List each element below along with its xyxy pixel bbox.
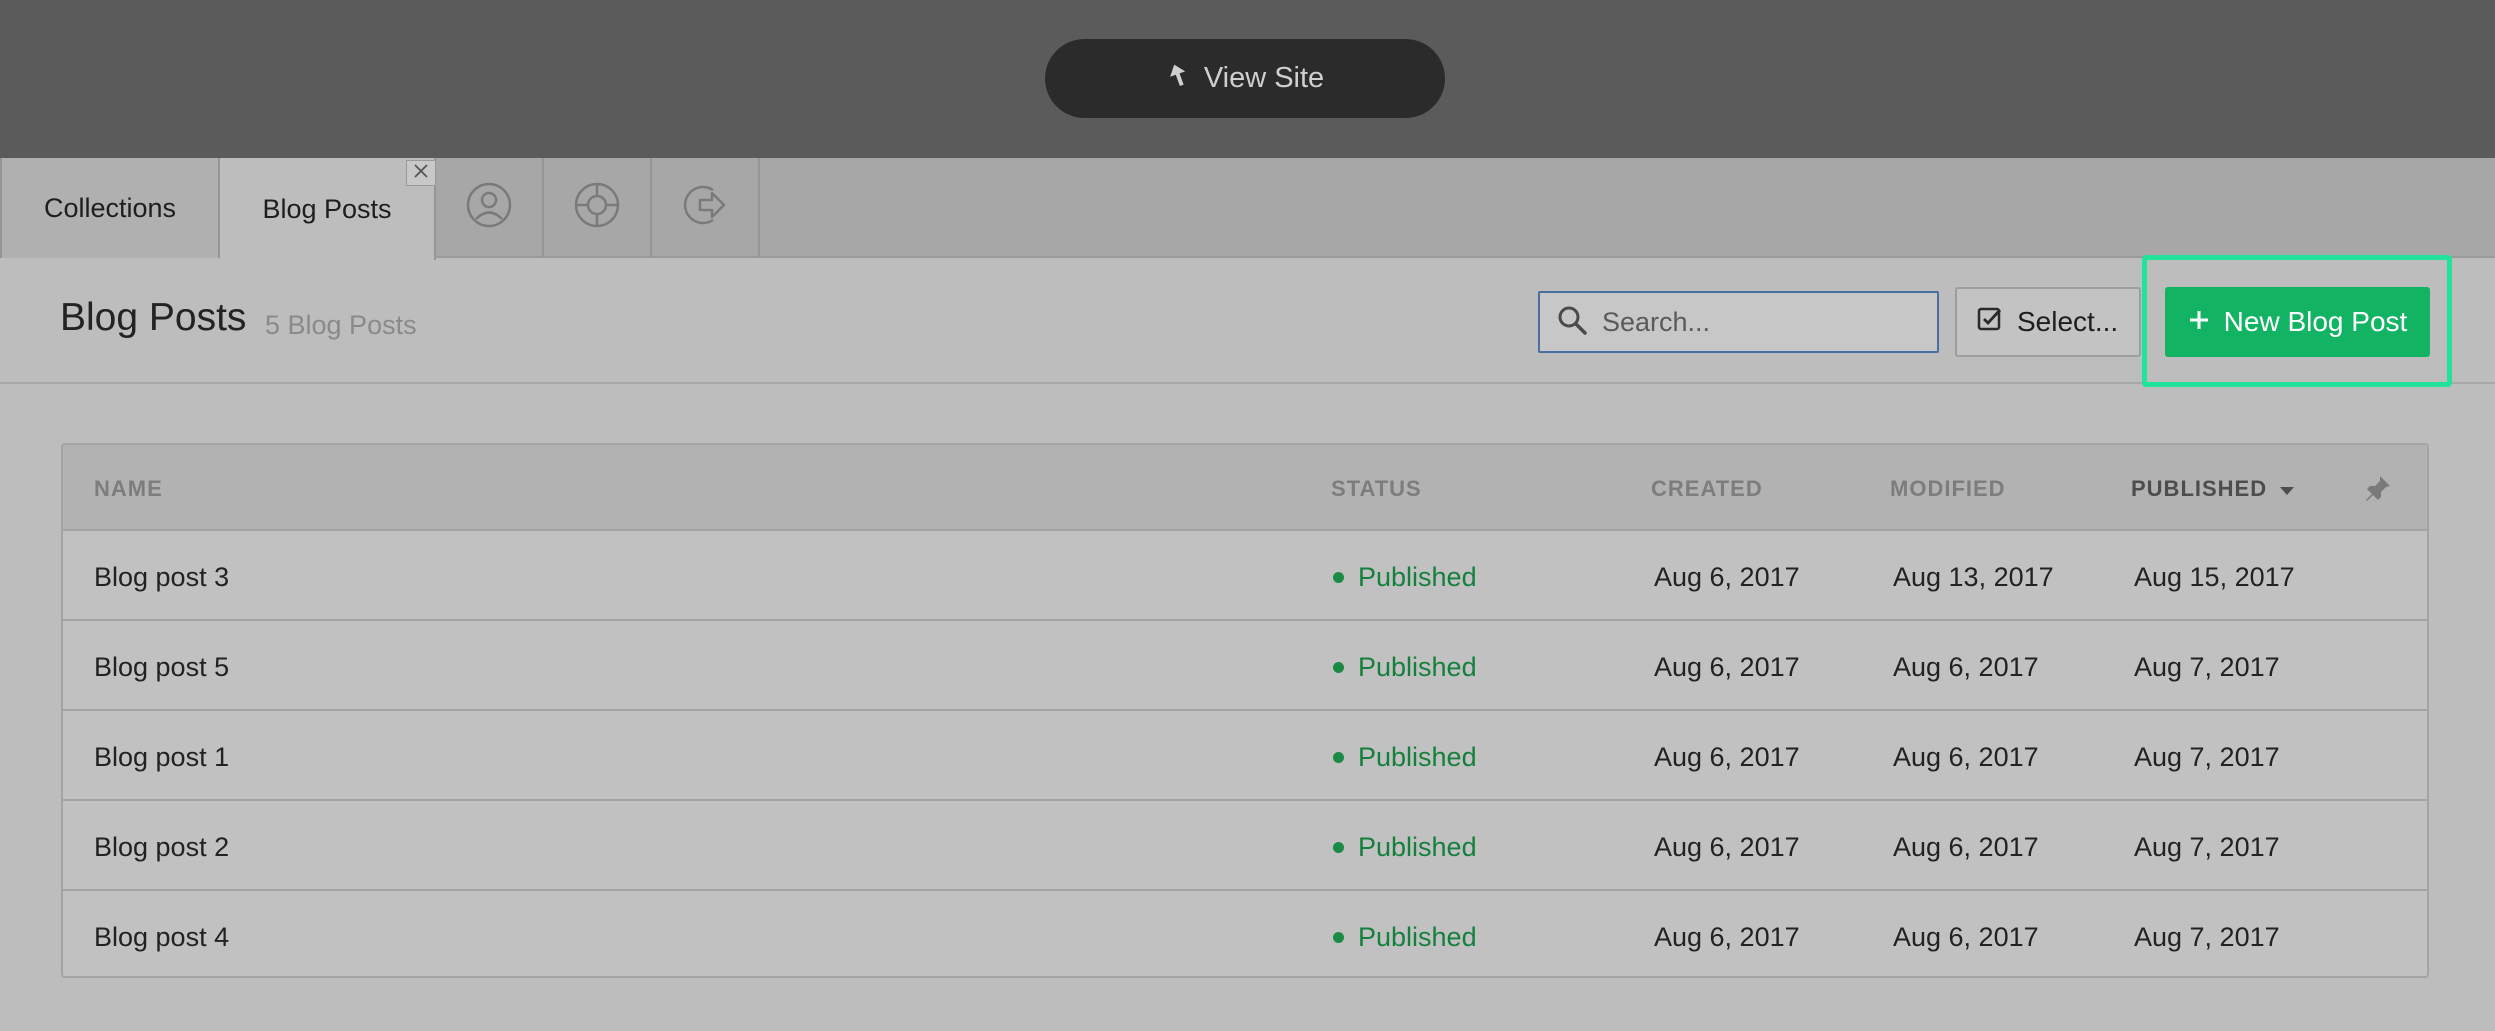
- post-name[interactable]: Blog post 5: [94, 652, 229, 683]
- logout-icon: [680, 180, 730, 237]
- modified-date: Aug 6, 2017: [1893, 832, 2039, 862]
- published-date: Aug 7, 2017: [2134, 652, 2280, 682]
- status-badge: Published: [1333, 562, 1477, 593]
- modified-date: Aug 6, 2017: [1893, 742, 2039, 772]
- search-input[interactable]: [1602, 306, 1922, 338]
- table-header: NAME STATUS CREATED MODIFIED PUBLISHED: [63, 445, 2427, 531]
- tab-blog-posts[interactable]: Blog Posts: [220, 158, 436, 260]
- sort-desc-icon: [2279, 476, 2295, 502]
- new-blog-post-button[interactable]: New Blog Post: [2165, 287, 2430, 357]
- select-button[interactable]: Select...: [1955, 287, 2141, 357]
- post-name[interactable]: Blog post 2: [94, 832, 229, 863]
- column-header-modified[interactable]: MODIFIED: [1890, 476, 2006, 502]
- tab-account[interactable]: [436, 158, 544, 258]
- column-header-status[interactable]: STATUS: [1331, 476, 1422, 502]
- status-label: Published: [1358, 742, 1477, 772]
- modified-date: Aug 6, 2017: [1893, 652, 2039, 682]
- page-title: Blog Posts: [60, 296, 247, 339]
- status-dot: [1333, 842, 1344, 853]
- created-date: Aug 6, 2017: [1654, 922, 1800, 952]
- help-lifebuoy-icon: [572, 180, 622, 237]
- status-label: Published: [1358, 562, 1477, 592]
- status-badge: Published: [1333, 832, 1477, 863]
- table-row[interactable]: Blog post 1 Published Aug 6, 2017 Aug 6,…: [63, 711, 2427, 801]
- status-dot: [1333, 572, 1344, 583]
- tab-help[interactable]: [544, 158, 652, 258]
- search-box[interactable]: [1538, 291, 1939, 353]
- table-row[interactable]: Blog post 2 Published Aug 6, 2017 Aug 6,…: [63, 801, 2427, 891]
- pin-icon[interactable]: [2363, 473, 2393, 503]
- status-dot: [1333, 932, 1344, 943]
- status-badge: Published: [1333, 652, 1477, 683]
- status-label: Published: [1358, 922, 1477, 952]
- status-badge: Published: [1333, 742, 1477, 773]
- tab-close-button[interactable]: [406, 160, 436, 186]
- view-site-label: View Site: [1203, 62, 1325, 94]
- blog-posts-table: NAME STATUS CREATED MODIFIED PUBLISHED B…: [61, 443, 2429, 978]
- modified-date: Aug 13, 2017: [1893, 562, 2054, 592]
- created-date: Aug 6, 2017: [1654, 652, 1800, 682]
- column-header-name[interactable]: NAME: [94, 476, 163, 502]
- column-header-published-label: PUBLISHED: [2131, 476, 2268, 501]
- published-date: Aug 15, 2017: [2134, 562, 2295, 592]
- column-header-created[interactable]: CREATED: [1651, 476, 1763, 502]
- created-date: Aug 6, 2017: [1654, 562, 1800, 592]
- view-site-button[interactable]: View Site: [1045, 39, 1445, 118]
- published-date: Aug 7, 2017: [2134, 922, 2280, 952]
- table-row[interactable]: Blog post 3 Published Aug 6, 2017 Aug 13…: [63, 531, 2427, 621]
- tab-collections-label: Collections: [43, 192, 177, 223]
- created-date: Aug 6, 2017: [1654, 742, 1800, 772]
- created-date: Aug 6, 2017: [1654, 832, 1800, 862]
- close-icon: [413, 163, 429, 184]
- search-icon: [1556, 304, 1588, 341]
- tab-collections[interactable]: Collections: [0, 158, 220, 258]
- status-label: Published: [1358, 652, 1477, 682]
- table-row[interactable]: Blog post 5 Published Aug 6, 2017 Aug 6,…: [63, 621, 2427, 711]
- published-date: Aug 7, 2017: [2134, 832, 2280, 862]
- status-dot: [1333, 752, 1344, 763]
- tabs-bar: Collections Blog Posts: [0, 158, 2495, 260]
- select-label: Select...: [2017, 306, 2119, 337]
- top-bar: View Site: [0, 0, 2495, 158]
- post-name[interactable]: Blog post 3: [94, 562, 229, 593]
- plus-icon: [2188, 306, 2210, 338]
- checkbox-checked-icon: [1977, 306, 2003, 339]
- tab-logout[interactable]: [652, 158, 760, 258]
- post-name[interactable]: Blog post 4: [94, 922, 229, 953]
- arrow-up-icon: [1166, 62, 1190, 96]
- table-row[interactable]: Blog post 4 Published Aug 6, 2017 Aug 6,…: [63, 891, 2427, 981]
- published-date: Aug 7, 2017: [2134, 742, 2280, 772]
- user-icon: [464, 180, 514, 237]
- item-count: 5 Blog Posts: [265, 310, 417, 340]
- tab-blog-posts-label: Blog Posts: [262, 193, 392, 224]
- status-label: Published: [1358, 832, 1477, 862]
- post-name[interactable]: Blog post 1: [94, 742, 229, 773]
- column-header-published[interactable]: PUBLISHED: [2131, 476, 2295, 502]
- status-badge: Published: [1333, 922, 1477, 953]
- list-header: Blog Posts 5 Blog Posts Select...: [0, 260, 2495, 384]
- modified-date: Aug 6, 2017: [1893, 922, 2039, 952]
- new-blog-post-label: New Blog Post: [2223, 306, 2408, 337]
- status-dot: [1333, 662, 1344, 673]
